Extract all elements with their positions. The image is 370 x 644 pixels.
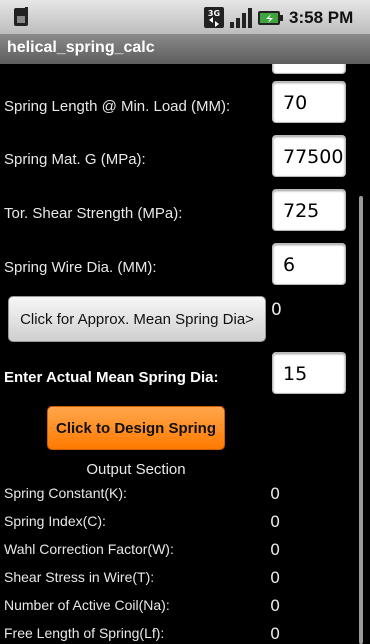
output-label: Spring Constant(K): bbox=[4, 485, 127, 501]
calculator-form[interactable]: Spring Length @ Min. Load (MM): 70 Sprin… bbox=[0, 64, 370, 644]
svg-text:3G: 3G bbox=[208, 9, 220, 18]
output-label: Number of Active Coil(Na): bbox=[4, 597, 170, 613]
status-icons: 3G bbox=[204, 6, 284, 30]
scrollbar[interactable] bbox=[359, 196, 363, 644]
spring-wire-dia-input[interactable]: 6 bbox=[272, 243, 346, 285]
output-value: 0 bbox=[270, 540, 281, 559]
output-value: 0 bbox=[270, 484, 281, 503]
approx-mean-dia-button[interactable]: Click for Approx. Mean Spring Dia> bbox=[8, 296, 266, 342]
output-section-title: Output Section bbox=[86, 461, 186, 478]
spring-mat-g-label: Spring Mat. G (MPa): bbox=[4, 151, 146, 168]
output-label: Wahl Correction Factor(W): bbox=[4, 541, 174, 557]
mean-dia-label: Enter Actual Mean Spring Dia: bbox=[4, 369, 219, 386]
tor-shear-strength-input[interactable]: 725 bbox=[272, 189, 346, 231]
output-label: Spring Index(C): bbox=[4, 513, 106, 529]
output-value: 0 bbox=[270, 568, 281, 587]
app-title-bar: helical_spring_calc bbox=[0, 34, 370, 64]
approx-mean-dia-result: 0 bbox=[271, 300, 282, 320]
output-value: 0 bbox=[270, 596, 281, 615]
signal-strength-icon bbox=[230, 8, 252, 28]
3g-icon: 3G bbox=[204, 7, 224, 28]
design-spring-button[interactable]: Click to Design Spring bbox=[47, 406, 225, 450]
status-bar: 3G 3:58 PM bbox=[0, 0, 370, 34]
spring-wire-dia-label: Spring Wire Dia. (MM): bbox=[4, 259, 157, 276]
app-title: helical_spring_calc bbox=[7, 39, 155, 56]
battery-charging-icon bbox=[258, 11, 283, 25]
clock: 3:58 PM bbox=[289, 8, 354, 27]
spring-length-min-load-input[interactable]: 70 bbox=[272, 81, 346, 123]
spring-length-min-load-label: Spring Length @ Min. Load (MM): bbox=[4, 98, 231, 115]
tor-shear-strength-label: Tor. Shear Strength (MPa): bbox=[4, 205, 183, 222]
output-label: Shear Stress in Wire(T): bbox=[4, 569, 155, 585]
mean-dia-input[interactable]: 15 bbox=[272, 352, 346, 394]
sim-card-icon bbox=[14, 7, 28, 26]
spring-mat-g-input[interactable]: 77500 bbox=[272, 135, 346, 177]
output-value: 0 bbox=[270, 624, 281, 643]
output-label: Free Length of Spring(Lf): bbox=[4, 625, 165, 641]
previous-input-field[interactable] bbox=[272, 64, 346, 74]
output-value: 0 bbox=[270, 512, 281, 531]
